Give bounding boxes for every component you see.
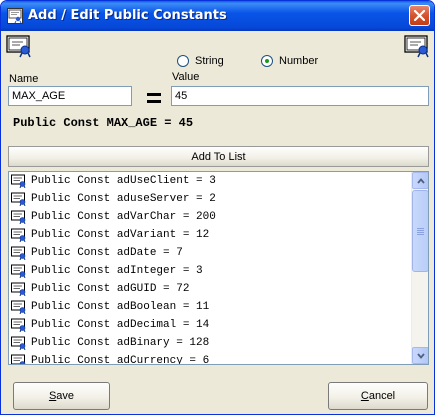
constants-list-items: Public Const adUseClient = 3 Public Const… <box>9 172 412 365</box>
declaration-preview: Public Const MAX_AGE = 45 <box>13 116 194 130</box>
list-item-text: Public Const adVariant = 12 <box>31 229 210 241</box>
list-item-text: Public Const adUseClient = 3 <box>31 175 216 187</box>
save-label: Save <box>48 390 75 402</box>
list-item[interactable]: Public Const adUseClient = 3 <box>9 172 412 190</box>
add-to-list-label: Add To List <box>191 150 246 163</box>
value-label: Value <box>172 71 200 83</box>
certificate-icon <box>11 174 26 188</box>
name-label: Name <box>9 73 39 85</box>
radio-string[interactable]: String <box>177 55 224 67</box>
list-item[interactable]: Public Const adDecimal = 14 <box>9 316 412 334</box>
chevron-up-icon <box>417 178 425 184</box>
save-button[interactable]: Save <box>13 382 110 410</box>
list-item[interactable]: Public Const adBoolean = 11 <box>9 298 412 316</box>
scroll-thumb[interactable] <box>412 190 428 272</box>
radio-indicator-string[interactable] <box>177 55 189 67</box>
list-item-text: Public Const adCurrency = 6 <box>31 355 210 365</box>
radio-indicator-number[interactable] <box>261 55 273 67</box>
list-item[interactable]: Public Const adCurrency = 6 <box>9 352 412 365</box>
radio-number[interactable]: Number <box>261 55 318 67</box>
list-item[interactable]: Public Const adVariant = 12 <box>9 226 412 244</box>
list-item[interactable]: Public Const adDate = 7 <box>9 244 412 262</box>
certificate-icon <box>11 282 26 296</box>
cancel-button[interactable]: Cancel <box>328 382 428 410</box>
value-input[interactable] <box>171 86 429 106</box>
certificate-icon <box>11 192 26 206</box>
scroll-down-button[interactable] <box>412 347 428 364</box>
list-item-text: Public Const adDecimal = 14 <box>31 319 210 331</box>
close-icon <box>414 10 425 21</box>
certificate-icon <box>11 228 26 242</box>
name-input[interactable] <box>8 86 132 106</box>
certificate-icon <box>11 354 26 364</box>
constants-list[interactable]: Public Const adUseClient = 3 Public Const… <box>8 171 429 365</box>
vertical-scrollbar[interactable] <box>411 172 428 364</box>
certificate-icon <box>11 246 26 260</box>
list-item-text: Public Const adVarChar = 200 <box>31 211 216 223</box>
certificate-icon <box>404 35 429 58</box>
equals-sign <box>147 93 161 105</box>
list-item[interactable]: Public Const adGUID = 72 <box>9 280 412 298</box>
list-item-text: Public Const adGUID = 72 <box>31 283 190 295</box>
chevron-down-icon <box>417 353 425 359</box>
certificate-icon <box>11 336 26 350</box>
list-item-text: Public Const adInteger = 3 <box>31 265 203 277</box>
list-item[interactable]: Public Const adBinary = 128 <box>9 334 412 352</box>
list-item[interactable]: Public Const adInteger = 3 <box>9 262 412 280</box>
certificate-icon <box>11 264 26 278</box>
close-button[interactable] <box>409 5 430 26</box>
certificate-icon <box>11 210 26 224</box>
list-item-text: Public Const adDate = 7 <box>31 247 183 259</box>
add-to-list-button[interactable]: Add To List <box>8 146 429 167</box>
list-item-text: Public Const adBinary = 128 <box>31 337 210 349</box>
radio-label-string: String <box>195 55 224 67</box>
list-item-text: Public Const adBoolean = 11 <box>31 301 210 313</box>
title-bar[interactable]: Add / Edit Public Constants <box>1 1 434 31</box>
window-title: Add / Edit Public Constants <box>28 8 227 23</box>
list-item[interactable]: Public Const adVarChar = 200 <box>9 208 412 226</box>
certificate-icon <box>11 300 26 314</box>
cancel-label: Cancel <box>360 390 396 402</box>
certificate-icon <box>6 35 31 58</box>
certificate-icon <box>7 8 23 24</box>
list-item-text: Public Const aduseServer = 2 <box>31 193 216 205</box>
dialog-window: Add / Edit Public Constants String Numbe… <box>0 0 435 415</box>
list-item[interactable]: Public Const aduseServer = 2 <box>9 190 412 208</box>
scroll-up-button[interactable] <box>412 172 428 189</box>
radio-label-number: Number <box>279 55 319 67</box>
certificate-icon <box>11 318 26 332</box>
